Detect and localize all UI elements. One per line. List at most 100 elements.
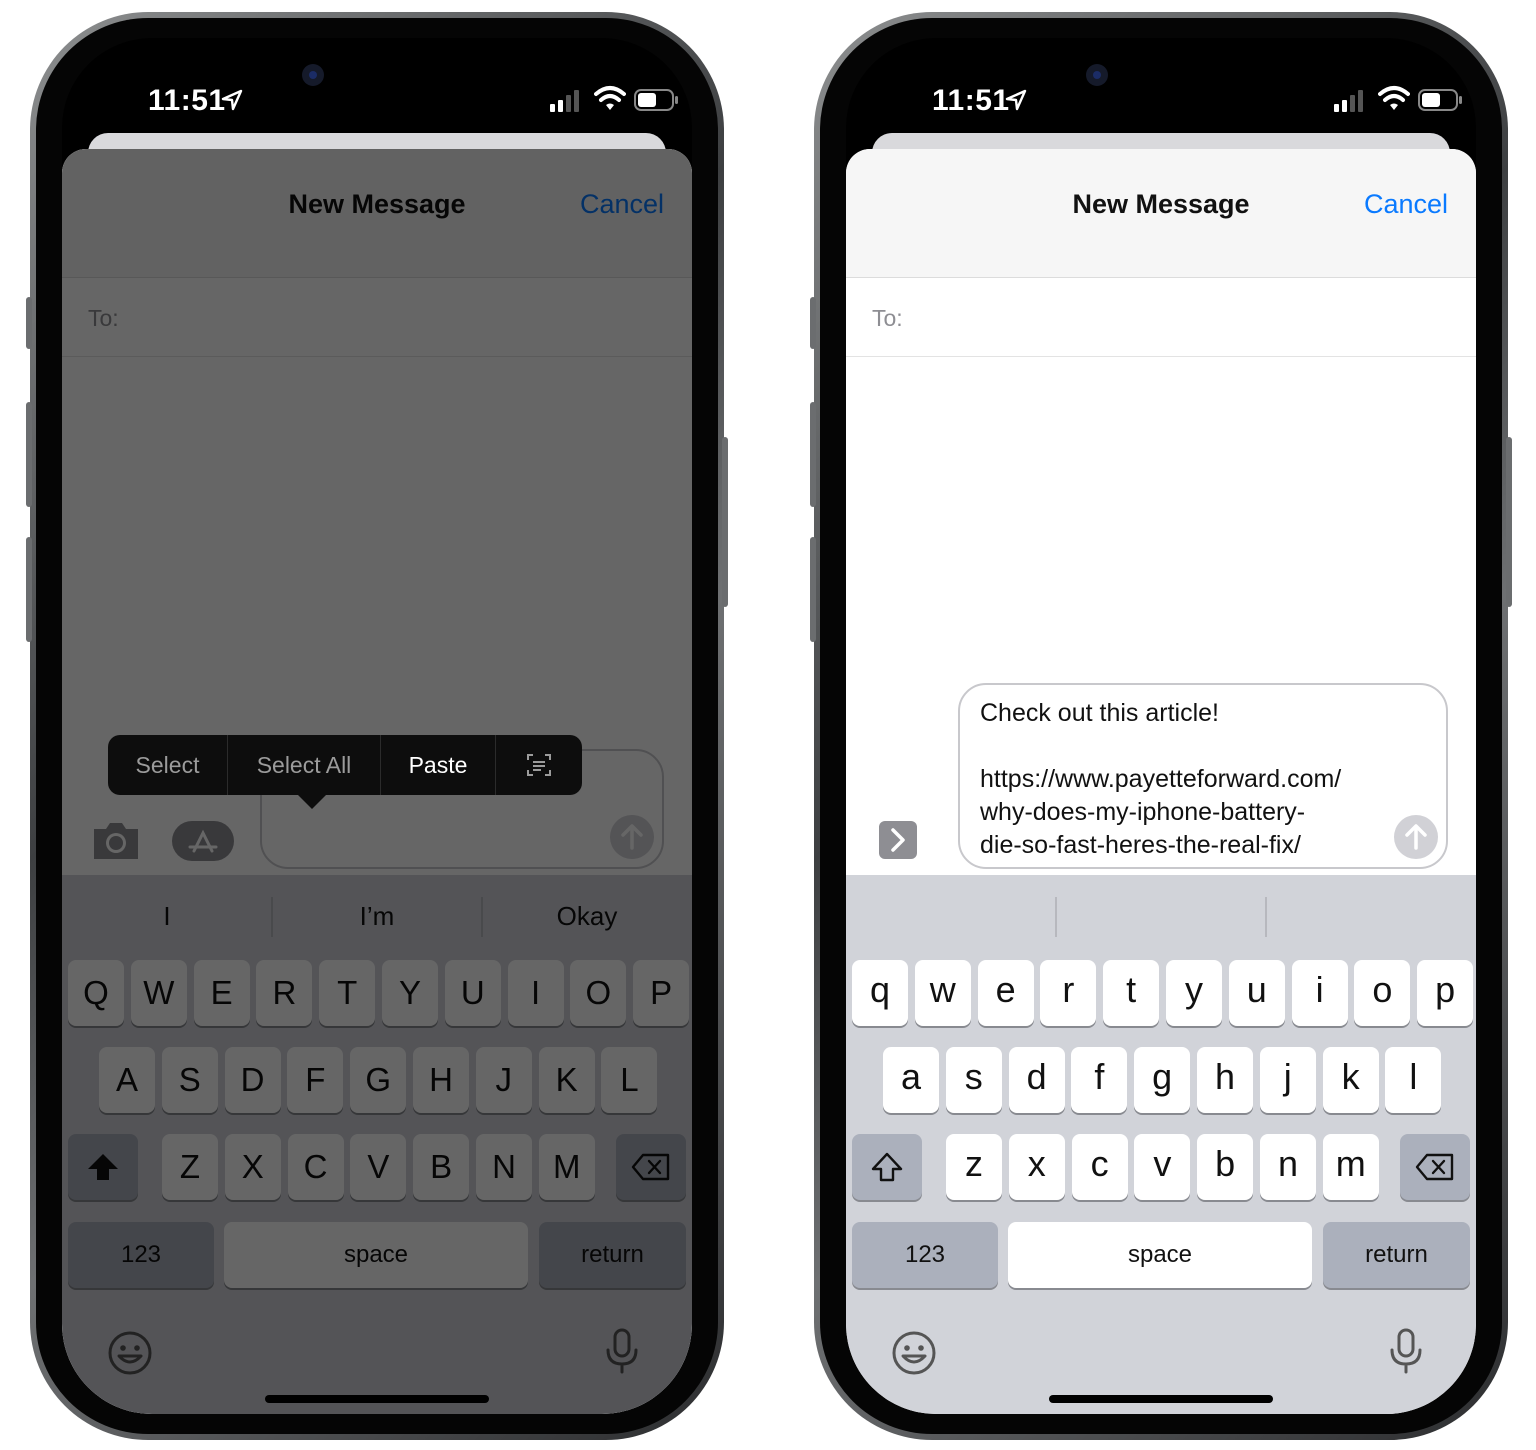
- key-q[interactable]: Q: [68, 960, 124, 1026]
- app-store-button[interactable]: [172, 821, 234, 861]
- key-m[interactable]: m: [1322, 1134, 1379, 1200]
- home-indicator[interactable]: [1049, 1395, 1273, 1403]
- shift-key[interactable]: [68, 1134, 138, 1200]
- key-a[interactable]: A: [99, 1047, 155, 1113]
- return-key[interactable]: return: [1323, 1222, 1470, 1288]
- suggestion-item[interactable]: Okay: [482, 875, 692, 957]
- camera-icon[interactable]: [90, 819, 142, 861]
- key-r[interactable]: R: [256, 960, 313, 1026]
- key-b[interactable]: b: [1197, 1134, 1254, 1200]
- emoji-icon[interactable]: [890, 1329, 938, 1377]
- suggestion-item[interactable]: [1056, 875, 1266, 957]
- key-k[interactable]: k: [1322, 1047, 1379, 1113]
- key-n[interactable]: N: [476, 1134, 532, 1200]
- key-q[interactable]: q: [852, 960, 908, 1026]
- key-e[interactable]: e: [977, 960, 1034, 1026]
- send-button[interactable]: [610, 815, 654, 859]
- emoji-icon[interactable]: [106, 1329, 154, 1377]
- key-a[interactable]: a: [883, 1047, 939, 1113]
- key-z[interactable]: z: [946, 1134, 1002, 1200]
- key-t[interactable]: T: [319, 960, 376, 1026]
- right-screen: 11:51 New Message Cancel To: Check out t…: [846, 38, 1476, 1414]
- key-z[interactable]: Z: [162, 1134, 218, 1200]
- select-menu-item[interactable]: Select: [108, 735, 228, 795]
- to-field[interactable]: To:: [846, 278, 1476, 357]
- volume-down-button: [810, 537, 816, 642]
- key-f[interactable]: f: [1071, 1047, 1128, 1113]
- volume-up-button: [810, 402, 816, 507]
- key-h[interactable]: h: [1197, 1047, 1253, 1113]
- key-y[interactable]: y: [1166, 960, 1222, 1026]
- key-j[interactable]: j: [1259, 1047, 1316, 1113]
- return-key[interactable]: return: [539, 1222, 686, 1288]
- suggestion-item[interactable]: [1266, 875, 1476, 957]
- key-u[interactable]: U: [444, 960, 501, 1026]
- compose-sheet: New Message Cancel To: Check out this ar…: [846, 149, 1476, 1414]
- key-v[interactable]: v: [1134, 1134, 1191, 1200]
- send-button[interactable]: [1394, 815, 1438, 859]
- delete-key[interactable]: [616, 1134, 686, 1200]
- key-p[interactable]: p: [1417, 960, 1474, 1026]
- key-s[interactable]: s: [945, 1047, 1002, 1113]
- key-c[interactable]: C: [287, 1134, 344, 1200]
- key-i[interactable]: I: [507, 960, 564, 1026]
- key-d[interactable]: d: [1008, 1047, 1065, 1113]
- key-l[interactable]: L: [601, 1047, 658, 1113]
- key-x[interactable]: x: [1008, 1134, 1065, 1200]
- key-i[interactable]: i: [1291, 960, 1348, 1026]
- status-time: 11:51: [932, 84, 1010, 117]
- key-s[interactable]: S: [161, 1047, 218, 1113]
- home-indicator[interactable]: [265, 1395, 489, 1403]
- nav-bar: New Message Cancel: [62, 149, 692, 278]
- key-o[interactable]: o: [1354, 960, 1411, 1026]
- key-w[interactable]: W: [130, 960, 187, 1026]
- delete-key[interactable]: [1400, 1134, 1470, 1200]
- key-u[interactable]: u: [1228, 960, 1285, 1026]
- space-key[interactable]: space: [224, 1222, 528, 1288]
- microphone-icon[interactable]: [598, 1327, 646, 1375]
- left-screen: 11:51 New Message Cancel To: I I’m Okay …: [62, 38, 692, 1414]
- key-g[interactable]: G: [350, 1047, 407, 1113]
- to-label: To:: [872, 305, 903, 331]
- numbers-key[interactable]: 123: [852, 1222, 998, 1288]
- key-h[interactable]: H: [413, 1047, 469, 1113]
- key-y[interactable]: Y: [382, 960, 438, 1026]
- key-x[interactable]: X: [224, 1134, 281, 1200]
- suggestion-item[interactable]: I’m: [272, 875, 482, 957]
- key-v[interactable]: V: [350, 1134, 407, 1200]
- key-n[interactable]: n: [1260, 1134, 1316, 1200]
- cellular-signal-icon: [1334, 90, 1363, 112]
- scan-text-menu-item[interactable]: [496, 735, 582, 795]
- shift-key[interactable]: [852, 1134, 922, 1200]
- key-k[interactable]: K: [538, 1047, 595, 1113]
- key-j[interactable]: J: [475, 1047, 532, 1113]
- space-key[interactable]: space: [1008, 1222, 1312, 1288]
- volume-up-button: [26, 402, 32, 507]
- key-o[interactable]: O: [570, 960, 627, 1026]
- cancel-button[interactable]: Cancel: [580, 189, 664, 220]
- suggestion-item[interactable]: [846, 875, 1056, 957]
- key-f[interactable]: F: [287, 1047, 344, 1113]
- key-g[interactable]: g: [1134, 1047, 1191, 1113]
- select-all-menu-item[interactable]: Select All: [228, 735, 381, 795]
- key-w[interactable]: w: [914, 960, 971, 1026]
- key-p[interactable]: P: [633, 960, 690, 1026]
- numbers-key[interactable]: 123: [68, 1222, 214, 1288]
- expand-apps-button[interactable]: [879, 821, 917, 859]
- key-e[interactable]: E: [193, 960, 250, 1026]
- key-d[interactable]: D: [224, 1047, 281, 1113]
- key-b[interactable]: B: [413, 1134, 470, 1200]
- status-bar: 11:51: [62, 38, 692, 148]
- key-c[interactable]: c: [1071, 1134, 1128, 1200]
- key-l[interactable]: l: [1385, 1047, 1442, 1113]
- message-input[interactable]: Check out this article! https://www.paye…: [958, 683, 1448, 869]
- edit-menu-pointer: [298, 795, 326, 809]
- suggestion-item[interactable]: I: [62, 875, 272, 957]
- cancel-button[interactable]: Cancel: [1364, 189, 1448, 220]
- to-field[interactable]: To:: [62, 278, 692, 357]
- paste-menu-item[interactable]: Paste: [381, 735, 496, 795]
- key-r[interactable]: r: [1040, 960, 1097, 1026]
- key-m[interactable]: M: [538, 1134, 595, 1200]
- microphone-icon[interactable]: [1382, 1327, 1430, 1375]
- key-t[interactable]: t: [1103, 960, 1160, 1026]
